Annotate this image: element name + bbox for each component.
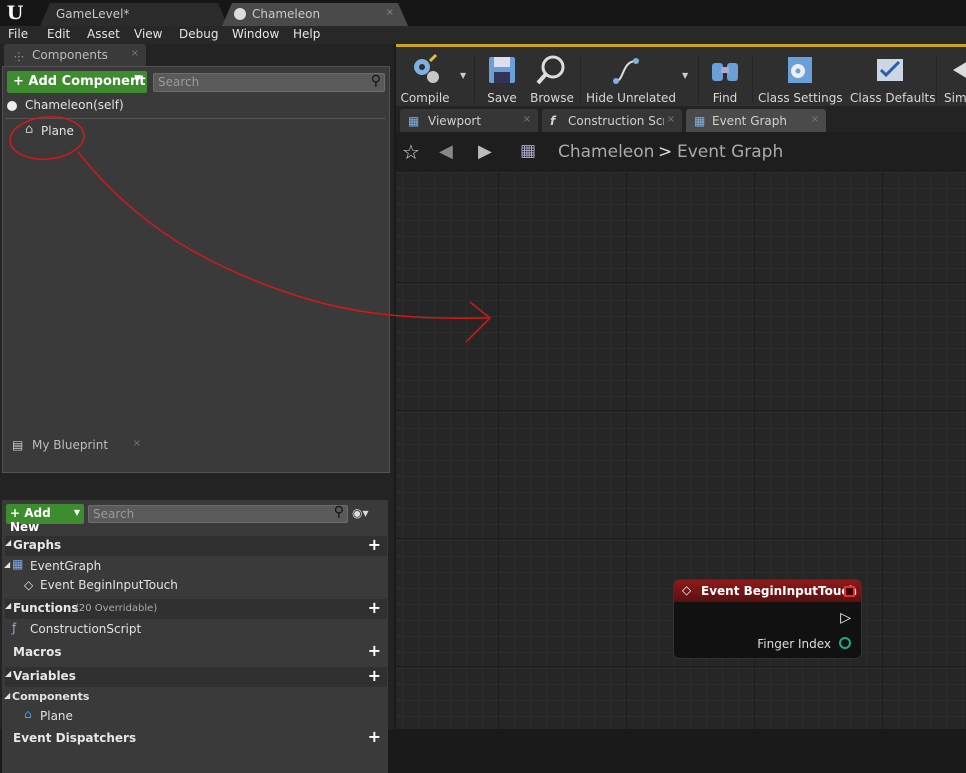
add-dispatcher-button[interactable]: + <box>368 729 381 745</box>
annotation-arrow-line <box>77 151 489 320</box>
red-annotation-overlay <box>9 116 492 343</box>
annotation-circle <box>9 116 85 160</box>
section-title: Event Dispatchers <box>13 731 137 745</box>
section-event-dispatchers[interactable]: Event Dispatchers + <box>5 728 387 748</box>
annotation-arrowhead <box>465 301 492 343</box>
